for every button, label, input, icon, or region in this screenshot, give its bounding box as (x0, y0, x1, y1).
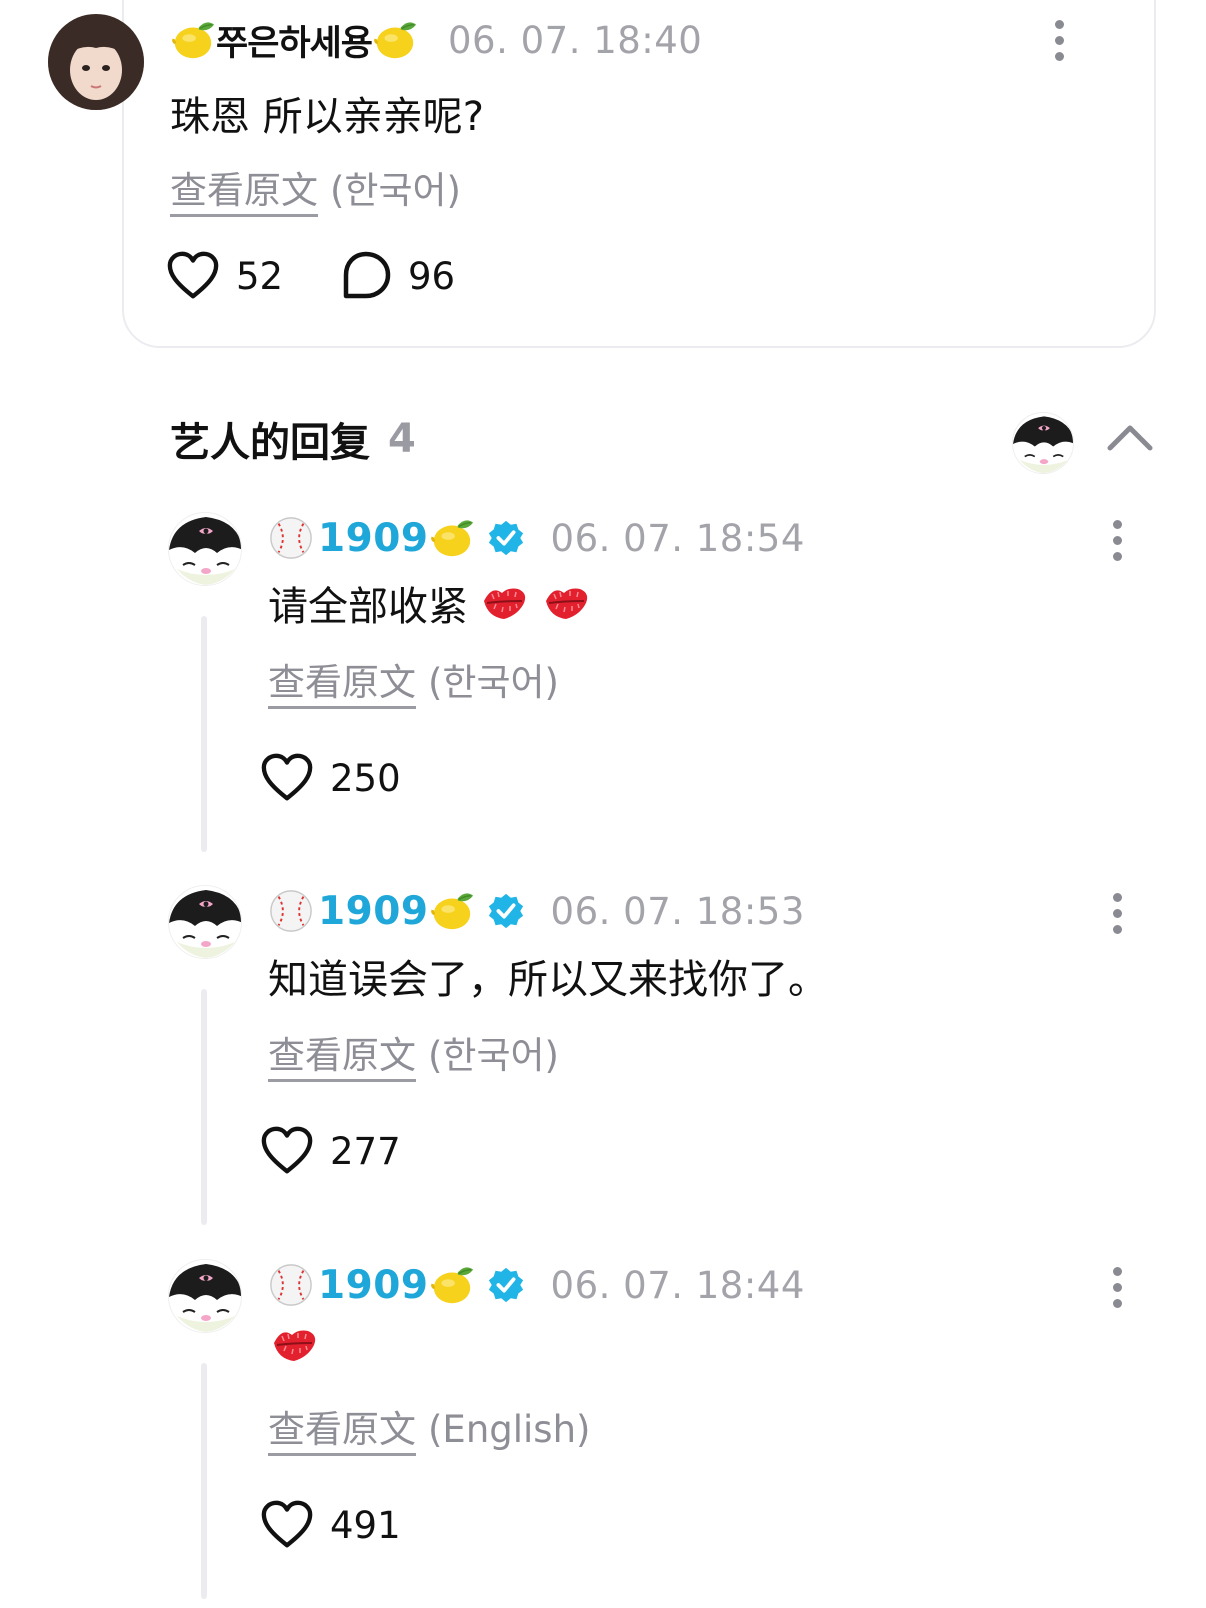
reply-more-options-icon[interactable] (1111, 520, 1123, 561)
reply-header: 1909 06. 07. 18:54 (268, 512, 805, 564)
reply-author-avatar[interactable] (168, 885, 242, 959)
baseball-icon (268, 888, 314, 934)
post-like-button[interactable]: 52 (166, 250, 283, 302)
kuromi-avatar-icon (169, 886, 242, 959)
kuromi-avatar-icon (169, 513, 242, 586)
reply-message (268, 1321, 320, 1369)
post-like-count: 52 (236, 254, 284, 298)
artist-replies-header: 艺人的回复 4 (170, 410, 416, 468)
reply-more-options-icon[interactable] (1111, 1267, 1123, 1308)
reply-header: 1909 06. 07. 18:44 (268, 1259, 805, 1311)
artist-reply: 1909 06. 07. 18:53 知道误会了，所以又来找你了。 查看原文 (한… (0, 885, 1206, 1269)
view-original-link[interactable]: 查看原文 (170, 169, 318, 217)
thread-line (201, 616, 207, 852)
kuromi-avatar-icon (1013, 413, 1074, 474)
chevron-up-icon (1107, 425, 1153, 451)
verified-badge-icon (487, 1266, 525, 1304)
reply-message-text: 知道误会了，所以又来找你了。 (268, 957, 828, 1003)
lemon-icon (429, 1262, 475, 1308)
reply-like-count: 277 (330, 1129, 401, 1173)
reply-author-name[interactable]: 1909 (318, 516, 429, 561)
reply-timestamp: 06. 07. 18:53 (550, 889, 805, 933)
kiss-mark-icon (540, 579, 592, 627)
artist-reply: 1909 06. 07. 18:54 请全部收紧 查看原文 (한국어) 250 (0, 512, 1206, 896)
reply-header: 1909 06. 07. 18:53 (268, 885, 805, 937)
original-language: (한국어) (428, 661, 559, 704)
view-original-link[interactable]: 查看原文 (268, 1034, 416, 1082)
original-language: (한국어) (330, 169, 461, 212)
reply-author-avatar[interactable] (168, 1259, 242, 1333)
heart-icon (260, 752, 314, 804)
reply-message: 请全部收紧 (268, 574, 592, 632)
post-author-avatar[interactable] (48, 14, 144, 110)
reply-like-count: 491 (330, 1503, 401, 1547)
kiss-mark-icon (478, 579, 530, 627)
reply-like-button[interactable]: 277 (260, 1125, 401, 1177)
artist-avatar (1012, 412, 1074, 474)
thread-line (201, 989, 207, 1225)
baseball-icon (268, 1262, 314, 1308)
post-header: 쭈은하세용 06. 07. 18:40 (170, 14, 702, 66)
artist-replies-count: 4 (388, 416, 416, 462)
kiss-mark-icon (268, 1321, 320, 1369)
lemon-icon (170, 17, 216, 63)
reply-view-original: 查看原文 (한국어) (268, 652, 559, 709)
post-comment-count: 96 (408, 254, 456, 298)
reply-message-text: 请全部收紧 (268, 584, 468, 630)
verified-badge-icon (487, 892, 525, 930)
reply-view-original: 查看原文 (English) (268, 1399, 591, 1456)
heart-icon (166, 250, 220, 302)
post-author-name[interactable]: 쭈은하세용 (216, 15, 373, 66)
post-message: 珠恩 所以亲亲呢? (170, 94, 484, 140)
lemon-icon (429, 888, 475, 934)
heart-icon (260, 1125, 314, 1177)
verified-badge-icon (487, 519, 525, 557)
artist-reply: 1909 06. 07. 18:44 查看原文 (English) 491 (0, 1259, 1206, 1608)
original-language: (한국어) (428, 1034, 559, 1077)
original-language: (English) (428, 1408, 591, 1451)
view-original-link[interactable]: 查看原文 (268, 661, 416, 709)
thread-line (201, 1363, 207, 1599)
post-more-options-icon[interactable] (1053, 20, 1065, 61)
comment-bubble-icon (340, 250, 392, 302)
reply-like-button[interactable]: 491 (260, 1499, 401, 1551)
view-original-link[interactable]: 查看原文 (268, 1408, 416, 1456)
post-comment-button[interactable]: 96 (340, 250, 455, 302)
post-view-original: 查看原文 (한국어) (170, 160, 461, 217)
reply-message: 知道误会了，所以又来找你了。 (268, 947, 828, 1005)
avatar-photo-icon (48, 14, 144, 110)
kuromi-avatar-icon (169, 1260, 242, 1333)
reply-like-count: 250 (330, 756, 401, 800)
reply-author-name[interactable]: 1909 (318, 1263, 429, 1308)
reply-timestamp: 06. 07. 18:54 (550, 516, 805, 560)
artist-replies-title: 艺人的回复 (170, 420, 370, 466)
reply-view-original: 查看原文 (한국어) (268, 1025, 559, 1082)
reply-timestamp: 06. 07. 18:44 (550, 1263, 805, 1307)
reply-author-name[interactable]: 1909 (318, 889, 429, 934)
heart-icon (260, 1499, 314, 1551)
reply-more-options-icon[interactable] (1111, 893, 1123, 934)
post-timestamp: 06. 07. 18:40 (448, 18, 703, 62)
lemon-icon (429, 515, 475, 561)
baseball-icon (268, 515, 314, 561)
reply-author-avatar[interactable] (168, 512, 242, 586)
lemon-icon (372, 17, 418, 63)
collapse-replies-button[interactable] (1104, 418, 1156, 458)
reply-like-button[interactable]: 250 (260, 752, 401, 804)
